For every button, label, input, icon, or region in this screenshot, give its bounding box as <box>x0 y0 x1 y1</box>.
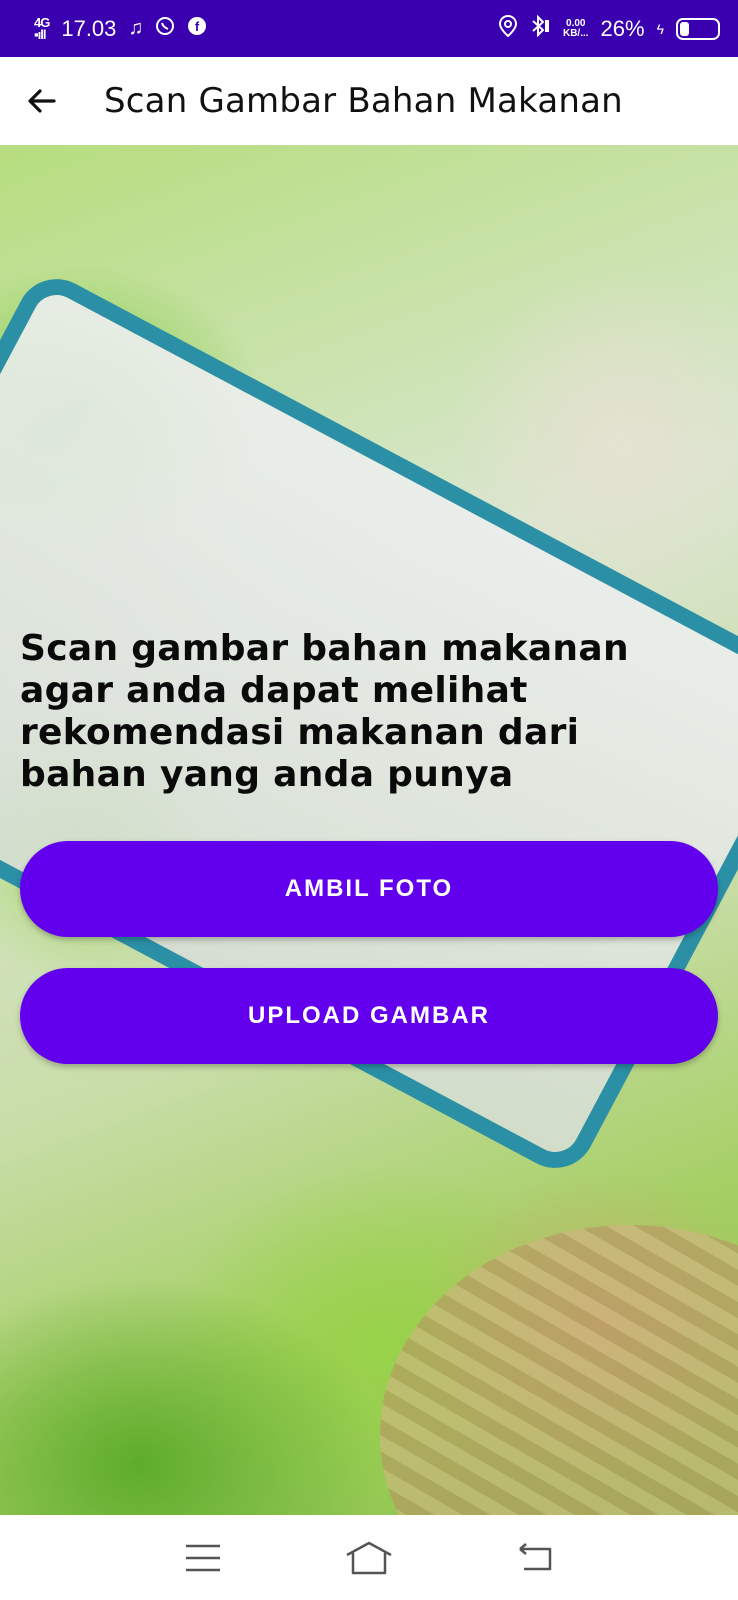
back-nav-icon <box>519 1542 552 1570</box>
take-photo-button[interactable]: AMBIL FOTO <box>20 841 718 937</box>
navigation-bar <box>0 1515 738 1600</box>
network-type-label: 4G <box>34 14 50 30</box>
status-right: 0.00 KB/... 26% ϟ <box>498 14 720 43</box>
back-nav-button[interactable] <box>505 1528 565 1588</box>
page-title: Scan Gambar Bahan Makanan <box>104 81 623 121</box>
home-icon <box>346 1541 392 1574</box>
bluetooth-icon <box>529 14 551 43</box>
status-time: 17.03 <box>61 15 117 41</box>
facebook-icon: f <box>187 16 207 42</box>
upload-image-button[interactable]: UPLOAD GAMBAR <box>20 968 718 1064</box>
status-bar: 4G ▪ıll 17.03 ♫ f 0.00 KB/... 26% ϟ <box>0 0 738 57</box>
scan-description: Scan gambar bahan makanan agar anda dapa… <box>20 628 629 795</box>
menu-button[interactable] <box>173 1528 233 1588</box>
app-bar: Scan Gambar Bahan Makanan <box>0 57 738 145</box>
battery-icon <box>676 17 720 40</box>
music-note-icon: ♫ <box>128 17 144 39</box>
whatsapp-icon <box>155 16 175 42</box>
battery-percent: 26% <box>600 15 645 41</box>
net-speed-unit: KB/... <box>562 27 589 39</box>
network-indicator: 4G ▪ıll <box>34 14 50 42</box>
basket-illustration <box>380 1225 738 1515</box>
menu-icon <box>186 1544 220 1571</box>
background-photo <box>0 145 738 1515</box>
location-icon <box>498 14 517 43</box>
battery-fill <box>680 21 689 36</box>
home-button[interactable] <box>339 1528 399 1588</box>
arrow-back-icon <box>28 89 56 113</box>
svg-text:f: f <box>195 19 200 34</box>
network-speed: 0.00 KB/... <box>562 18 589 39</box>
status-left: 4G ▪ıll 17.03 ♫ f <box>34 16 207 42</box>
charging-icon: ϟ <box>656 20 664 37</box>
back-button[interactable] <box>22 81 62 121</box>
